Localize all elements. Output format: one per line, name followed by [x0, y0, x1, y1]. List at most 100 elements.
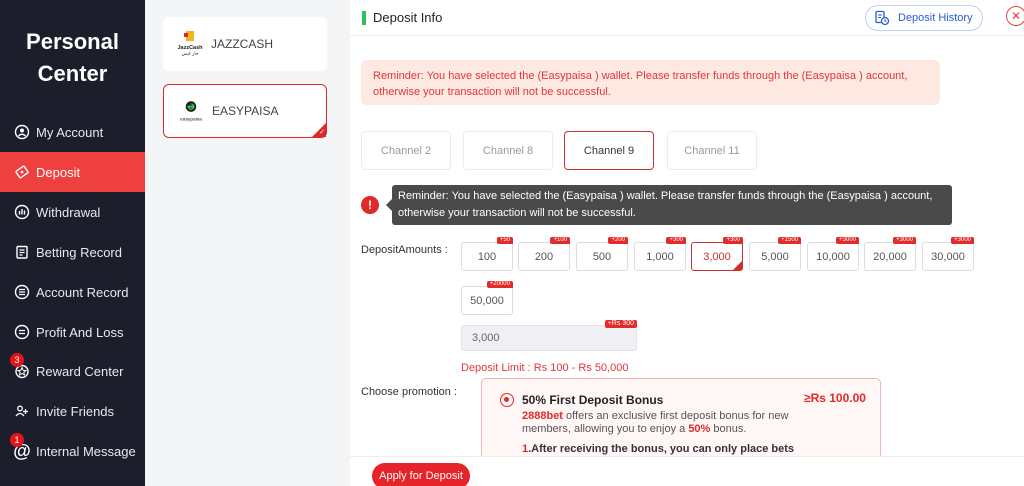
channel-2-button[interactable]: Channel 2	[361, 131, 451, 170]
reminder-tooltip: Reminder: You have selected the (Easypai…	[386, 185, 952, 225]
promotion-description: 2888bet offers an exclusive first deposi…	[522, 410, 822, 436]
sidebar-item-label: Profit And Loss	[36, 324, 124, 340]
sidebar-item-invite-friends[interactable]: Invite Friends	[0, 391, 145, 431]
sidebar-item-label: Reward Center	[36, 363, 124, 379]
sidebar: Personal Center My Account Deposit Withd…	[0, 0, 145, 486]
promotion-desc-part2: bonus.	[710, 423, 747, 435]
apply-label: Apply for Deposit	[379, 470, 463, 482]
wallet-label: JAZZCASH	[211, 37, 274, 51]
bonus-tag: +1500	[778, 237, 801, 244]
amount-option[interactable]: 100 +50	[461, 237, 513, 271]
list-icon	[12, 282, 32, 302]
personal-center-page: Personal Center My Account Deposit Withd…	[0, 0, 1024, 486]
profit-icon	[12, 322, 32, 342]
amount-value: 10,000	[816, 250, 850, 263]
amount-value: 3,000	[703, 250, 731, 263]
sidebar-title-line1: Personal	[26, 29, 119, 54]
user-icon	[12, 122, 32, 142]
sidebar-item-label: Betting Record	[36, 244, 122, 260]
selected-corner-icon	[733, 261, 742, 270]
sidebar-item-label: Deposit	[36, 164, 81, 180]
deposit-panel: Deposit Info Deposit History ✕ Reminder:…	[350, 0, 1024, 486]
sidebar-item-my-account[interactable]: My Account	[0, 112, 145, 152]
sidebar-title: Personal Center	[0, 26, 145, 90]
deposit-history-button[interactable]: Deposit History	[865, 5, 983, 31]
amount-option[interactable]: 1,000 +300	[634, 237, 686, 271]
apply-for-deposit-button[interactable]: Apply for Deposit	[372, 463, 470, 486]
deposit-amount-input[interactable]: 3,000 +Rs 300	[461, 320, 637, 351]
radio-dot	[504, 397, 509, 402]
promotion-note: 1.After receiving the bonus, you can onl…	[522, 443, 794, 455]
channel-label: Channel 8	[482, 144, 534, 157]
channel-label: Channel 2	[380, 144, 432, 157]
bonus-tag: +100	[550, 237, 570, 244]
wallet-list: JazzCash جاز کیش JAZZCASH easypaisa EASY…	[145, 0, 350, 486]
reminder-text: Reminder: You have selected the (Easypai…	[373, 70, 908, 98]
bonus-tag: +3000	[893, 237, 916, 244]
invite-icon	[12, 401, 32, 421]
sidebar-title-line2: Center	[37, 61, 108, 86]
sidebar-item-account-record[interactable]: Account Record	[0, 272, 145, 312]
amount-value: 30,000	[931, 250, 965, 263]
bonus-tag: +300	[723, 237, 743, 244]
message-badge: 1	[10, 433, 24, 447]
deposit-history-label: Deposit History	[898, 12, 973, 24]
sidebar-item-label: Withdrawal	[36, 204, 101, 220]
sidebar-item-deposit[interactable]: Deposit	[0, 152, 145, 192]
deposit-icon	[12, 162, 32, 182]
amount-option[interactable]: 200 +100	[518, 237, 570, 271]
wallet-card-jazzcash[interactable]: JazzCash جاز کیش JAZZCASH	[163, 17, 327, 71]
promotion-radio[interactable]	[500, 393, 514, 407]
bonus-tag: +200	[608, 237, 628, 244]
choose-promotion-label: Choose promotion :	[361, 386, 457, 398]
amount-option[interactable]: 30,000 +3000	[922, 237, 974, 271]
amount-value: 5,000	[761, 250, 789, 263]
history-icon	[874, 10, 890, 26]
amount-option[interactable]: 20,000 +3000	[864, 237, 916, 271]
message-icon: @ 1	[10, 433, 32, 461]
jazzcash-logo-icon: JazzCash جاز کیش	[175, 29, 205, 59]
amount-option[interactable]: 500 +200	[576, 237, 628, 271]
bonus-tag: +20000	[486, 281, 513, 288]
wallet-card-easypaisa[interactable]: easypaisa EASYPAISA ✓	[163, 84, 327, 138]
header-accent-bar	[362, 11, 366, 25]
amount-value: 100	[477, 250, 497, 263]
deposit-limit-text: Deposit Limit : Rs 100 - Rs 50,000	[461, 362, 629, 374]
channel-8-button[interactable]: Channel 8	[463, 131, 553, 170]
easypaisa-logo-text: easypaisa	[180, 117, 202, 123]
promotion-percent: 50%	[688, 423, 711, 435]
promotion-note-text: .After receiving the bonus, you can only…	[528, 443, 795, 455]
sidebar-item-label: Account Record	[36, 284, 129, 300]
record-icon	[12, 242, 32, 262]
check-icon: ✓	[319, 129, 325, 136]
sidebar-item-reward-center[interactable]: 3 Reward Center	[0, 351, 145, 391]
reminder-banner: Reminder: You have selected the (Easypai…	[361, 60, 940, 105]
sidebar-item-betting-record[interactable]: Betting Record	[0, 232, 145, 272]
sidebar-item-withdrawal[interactable]: Withdrawal	[0, 192, 145, 232]
warning-icon[interactable]: !	[361, 196, 379, 214]
sidebar-item-profit-and-loss[interactable]: Profit And Loss	[0, 312, 145, 352]
promotion-title: 50% First Deposit Bonus	[522, 393, 664, 407]
amount-option[interactable]: 10,000 +3000	[807, 237, 859, 271]
jazzcash-logo-subtext: جاز کیش	[182, 51, 199, 57]
sidebar-item-label: My Account	[36, 124, 104, 140]
bonus-tag: +3000	[951, 237, 974, 244]
amount-option[interactable]: 50,000 +20000	[461, 281, 513, 315]
withdrawal-icon	[12, 202, 32, 222]
sidebar-item-internal-message[interactable]: @ 1 Internal Message	[0, 431, 145, 471]
amount-option[interactable]: 5,000 +1500	[749, 237, 801, 271]
amount-option-selected[interactable]: 3,000 +300	[691, 237, 743, 271]
amount-value: 1,000	[646, 250, 674, 263]
page-title: Deposit Info	[373, 10, 443, 25]
close-button[interactable]: ✕	[1006, 6, 1024, 26]
gift-icon: 3	[10, 353, 32, 381]
bonus-tag: +3000	[836, 237, 859, 244]
channel-label: Channel 9	[583, 144, 635, 157]
channel-11-button[interactable]: Channel 11	[667, 131, 757, 170]
bonus-tag: +300	[666, 237, 686, 244]
amount-input-value: 3,000	[472, 332, 500, 344]
deposit-header: Deposit Info Deposit History ✕	[350, 0, 1024, 36]
channel-9-button[interactable]: Channel 9	[564, 131, 654, 170]
tooltip-arrow	[386, 199, 392, 211]
channel-label: Channel 11	[684, 144, 740, 157]
